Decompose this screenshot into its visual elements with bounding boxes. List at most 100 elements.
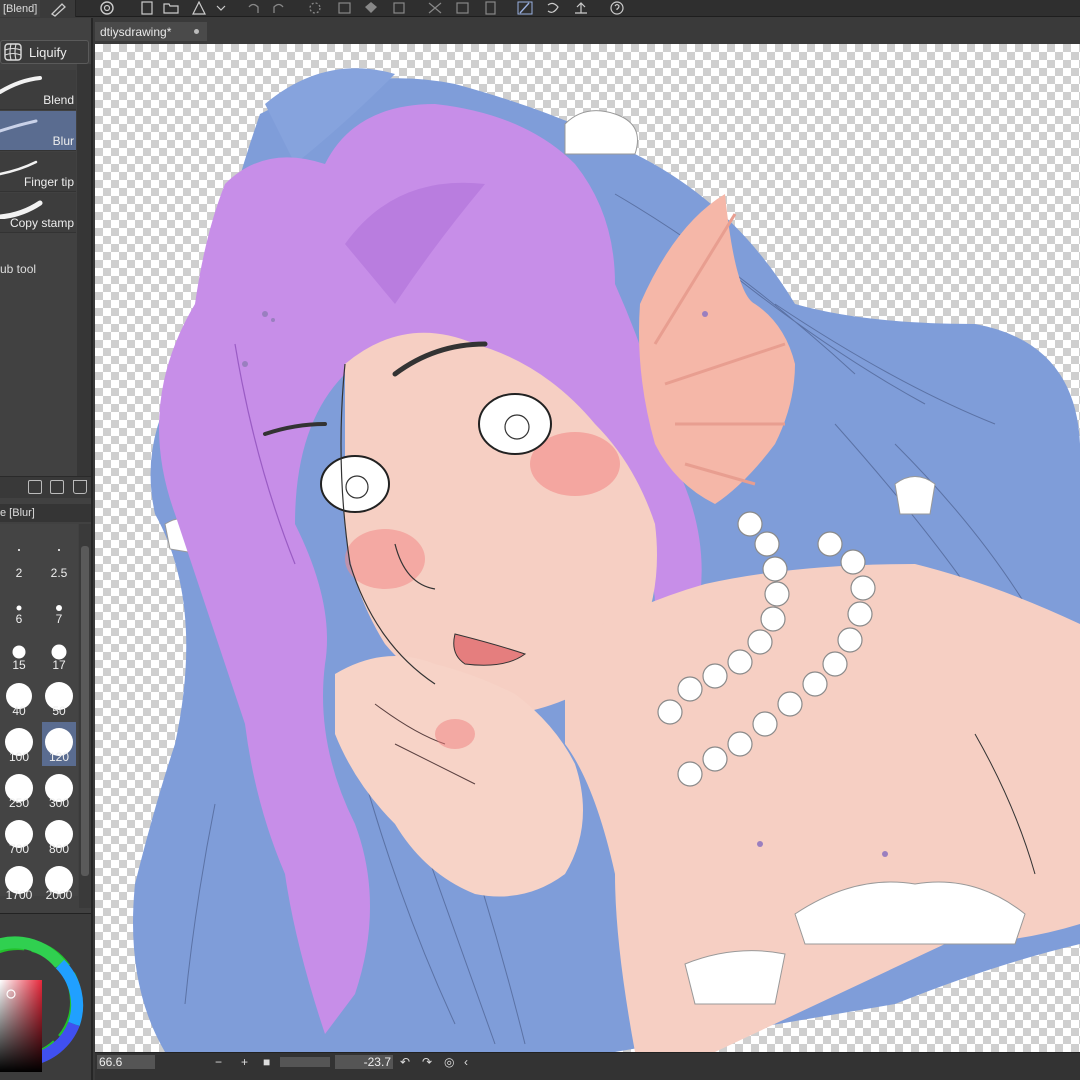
brush-label: Finger tip: [23, 175, 74, 189]
subtool-panel-actions: [0, 476, 91, 498]
rotate-right-icon[interactable]: ↷: [422, 1055, 432, 1069]
brush-size-header: e [Blur]: [0, 504, 91, 522]
loading-icon[interactable]: [306, 0, 324, 16]
brush-size-800[interactable]: 800: [42, 814, 76, 858]
liquify-icon: [4, 43, 22, 61]
open-folder-icon[interactable]: [162, 0, 180, 16]
zoom-in-button[interactable]: +: [241, 1055, 248, 1069]
size-label: 2.5: [50, 566, 68, 580]
brush-size-700[interactable]: 700: [2, 814, 36, 858]
brush-label: Copy stamp: [9, 216, 74, 230]
ruler-icon[interactable]: [544, 0, 562, 16]
size-label: 300: [48, 796, 70, 810]
size-label: 800: [48, 842, 70, 856]
brush-size-40[interactable]: 40: [2, 676, 36, 720]
size-dot: [16, 605, 22, 611]
redo-icon[interactable]: [270, 0, 288, 16]
navigator-status-bar: 66.6 − + ■ -23.7 ↶ ↷ ◎ ‹: [95, 1052, 1080, 1080]
copy-subtool-icon[interactable]: [28, 480, 42, 494]
brush-size-50[interactable]: 50: [42, 676, 76, 720]
duplicate-subtool-icon[interactable]: [50, 480, 64, 494]
sub-tool-panel: Liquify Blend Blur Finger tip Copy stamp…: [0, 18, 93, 1080]
document-title: dtiysdrawing*: [100, 25, 172, 39]
brush-size-250[interactable]: 250: [2, 768, 36, 812]
size-label: 50: [52, 704, 66, 718]
select-icon[interactable]: [482, 0, 500, 16]
size-label: 1700: [5, 888, 33, 902]
brush-size-17[interactable]: 17: [42, 630, 76, 674]
brush-size-2000[interactable]: 2000: [42, 860, 76, 904]
subtool-tab[interactable]: [Blend]: [0, 0, 43, 17]
size-label: 2000: [45, 888, 73, 902]
brush-size-grid: 2 2.5 6 7 15 17 40 50 100 120 250 300 70…: [0, 524, 78, 902]
brush-item-blur[interactable]: Blur: [0, 111, 76, 151]
brush-size-2.5[interactable]: 2.5: [42, 538, 76, 582]
liquify-group-button[interactable]: Liquify: [0, 40, 89, 64]
size-label: 6: [15, 612, 23, 626]
brush-size-15[interactable]: 15: [2, 630, 36, 674]
size-dot: [18, 549, 20, 551]
rotate-reset-icon[interactable]: ◎: [444, 1055, 454, 1069]
brush-size-2[interactable]: 2: [2, 538, 36, 582]
zoom-reset-button[interactable]: ■: [263, 1055, 270, 1069]
document-tab[interactable]: dtiysdrawing*: [95, 22, 207, 41]
deselect-icon[interactable]: [426, 0, 444, 16]
size-label: 15: [12, 658, 26, 672]
zoom-slider[interactable]: [280, 1057, 330, 1067]
export-icon[interactable]: [572, 0, 590, 16]
clear-icon[interactable]: [336, 0, 354, 16]
new-file-icon[interactable]: [138, 0, 156, 16]
size-label: 40: [12, 704, 26, 718]
liquify-label: Liquify: [29, 44, 67, 60]
size-dot: [56, 605, 62, 611]
size-label: 17: [52, 658, 66, 672]
brush-label: Blur: [52, 134, 74, 148]
logo-icon[interactable]: [98, 0, 116, 16]
subtool-group-label: ub tool: [0, 262, 37, 276]
zoom-value[interactable]: 66.6: [97, 1055, 155, 1069]
brush-label: Blend: [43, 93, 74, 107]
size-label: 120: [48, 750, 70, 764]
color-wheel[interactable]: [0, 914, 93, 1080]
zoom-out-button[interactable]: −: [215, 1055, 222, 1069]
size-dot: [58, 549, 60, 551]
drawing-canvas[interactable]: [95, 44, 1080, 1052]
rotate-left-icon[interactable]: ↶: [400, 1055, 410, 1069]
size-label: 2: [15, 566, 23, 580]
brush-size-1700[interactable]: 1700: [2, 860, 36, 904]
undo-icon[interactable]: [244, 0, 262, 16]
size-dot: [12, 645, 26, 659]
size-label: 250: [8, 796, 30, 810]
close-tab-icon[interactable]: [194, 29, 199, 34]
delete-subtool-icon[interactable]: [73, 480, 87, 494]
top-toolbar: [Blend]: [0, 0, 1080, 17]
brush-item-copy-stamp[interactable]: Copy stamp: [0, 193, 76, 233]
rotation-value[interactable]: -23.7: [335, 1055, 393, 1069]
dropdown-icon[interactable]: [212, 0, 230, 16]
brush-item-blend[interactable]: Blend: [0, 70, 76, 110]
artwork-illustration: [133, 68, 1080, 1052]
size-label: 700: [8, 842, 30, 856]
help-icon[interactable]: [608, 0, 626, 16]
brush-size-6[interactable]: 6: [2, 584, 36, 628]
transform-icon[interactable]: [390, 0, 408, 16]
fill-icon[interactable]: [362, 0, 380, 16]
crop-icon[interactable]: [454, 0, 472, 16]
size-label: 7: [55, 612, 63, 626]
brush-size-7[interactable]: 7: [42, 584, 76, 628]
brush-list-scrollbar[interactable]: [77, 64, 91, 494]
size-label: 100: [8, 750, 30, 764]
color-wheel-panel: [0, 913, 93, 1080]
brush-size-scrollbar[interactable]: [79, 524, 91, 908]
pen-tab[interactable]: [40, 0, 76, 17]
brush-size-120[interactable]: 120: [42, 722, 76, 766]
brush-size-100[interactable]: 100: [2, 722, 36, 766]
pen-icon: [50, 3, 66, 17]
clip-studio-window: [Blend] Liquify Blend Blur Finger tip Co…: [0, 0, 1080, 1080]
save-icon[interactable]: [190, 0, 208, 16]
brush-size-300[interactable]: 300: [42, 768, 76, 812]
scroll-thumb[interactable]: [81, 546, 89, 876]
snap-icon[interactable]: [516, 0, 534, 16]
flip-icon[interactable]: ‹: [464, 1055, 468, 1069]
brush-item-finger-tip[interactable]: Finger tip: [0, 152, 76, 192]
